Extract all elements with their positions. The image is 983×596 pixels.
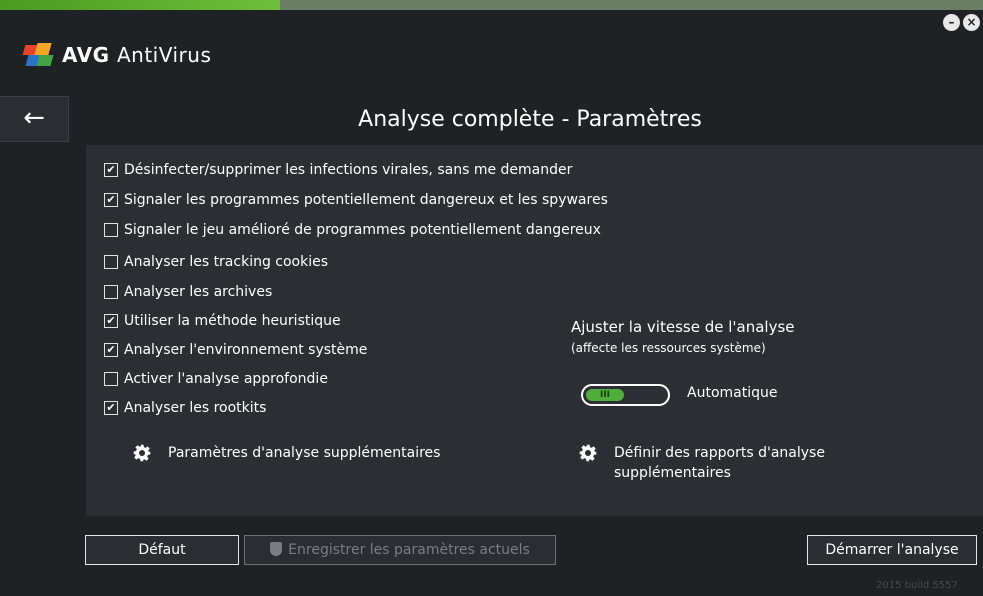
checkbox-icon[interactable]: [104, 285, 118, 299]
gear-icon[interactable]: [133, 444, 151, 462]
default-button[interactable]: Défaut: [85, 535, 239, 565]
app-name: AVG AntiVirus: [62, 43, 212, 67]
arrow-left-icon: ←: [23, 103, 45, 133]
option-tracking-cookies[interactable]: Analyser les tracking cookies: [104, 252, 328, 272]
checkbox-icon[interactable]: [104, 255, 118, 269]
option-rootkits[interactable]: ✔ Analyser les rootkits: [104, 398, 266, 418]
minimize-button[interactable]: –: [943, 14, 960, 31]
option-archives[interactable]: Analyser les archives: [104, 282, 272, 302]
slider-handle[interactable]: III: [586, 389, 624, 401]
option-thorough-scan[interactable]: Activer l'analyse approfondie: [104, 369, 328, 389]
title-accent-bar: [0, 0, 983, 10]
checkbox-icon[interactable]: [104, 223, 118, 237]
app-logo: AVG AntiVirus: [22, 40, 212, 70]
gear-icon[interactable]: [579, 444, 597, 462]
back-button[interactable]: ←: [0, 96, 69, 142]
page-title: Analyse complète - Paramètres: [358, 107, 702, 132]
avg-logo-icon: [22, 43, 56, 67]
checkbox-icon[interactable]: ✔: [104, 163, 118, 177]
save-settings-button[interactable]: Enregistrer les paramètres actuels: [244, 535, 556, 565]
additional-settings-link[interactable]: Paramètres d'analyse supplémentaires: [168, 443, 440, 463]
version-label: 2015 build 5557: [876, 580, 958, 591]
speed-title: Ajuster la vitesse de l'analyse: [571, 318, 795, 336]
checkbox-icon[interactable]: ✔: [104, 343, 118, 357]
option-disinfect[interactable]: ✔ Désinfecter/supprimer les infections vi…: [104, 160, 572, 180]
speed-subtitle: (affecte les ressources système): [571, 341, 766, 355]
speed-slider[interactable]: III: [581, 384, 670, 406]
speed-value: Automatique: [687, 385, 778, 401]
define-reports-link[interactable]: Définir des rapports d'analyse supplémen…: [614, 443, 825, 483]
option-enhanced-pup[interactable]: Signaler le jeu amélioré de programmes p…: [104, 220, 601, 240]
checkbox-icon[interactable]: [104, 372, 118, 386]
start-scan-button[interactable]: Démarrer l'analyse: [807, 535, 977, 565]
option-report-pup[interactable]: ✔ Signaler les programmes potentiellement…: [104, 190, 608, 210]
checkbox-icon[interactable]: ✔: [104, 193, 118, 207]
close-button[interactable]: ×: [963, 14, 980, 31]
shield-icon: [270, 542, 283, 556]
checkbox-icon[interactable]: ✔: [104, 401, 118, 415]
option-system-env[interactable]: ✔ Analyser l'environnement système: [104, 340, 367, 360]
option-heuristics[interactable]: ✔ Utiliser la méthode heuristique: [104, 311, 341, 331]
checkbox-icon[interactable]: ✔: [104, 314, 118, 328]
app-window: – × AVG AntiVirus ← Analyse complète - P…: [0, 0, 983, 596]
